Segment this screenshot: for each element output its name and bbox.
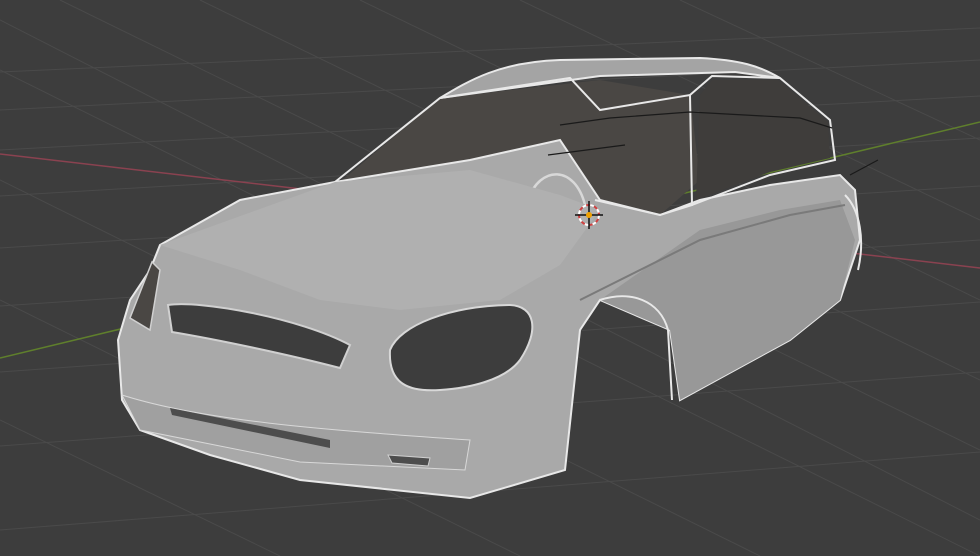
3d-viewport[interactable] (0, 0, 980, 556)
car-mesh[interactable] (116, 56, 879, 500)
viewport-canvas[interactable] (0, 0, 980, 556)
